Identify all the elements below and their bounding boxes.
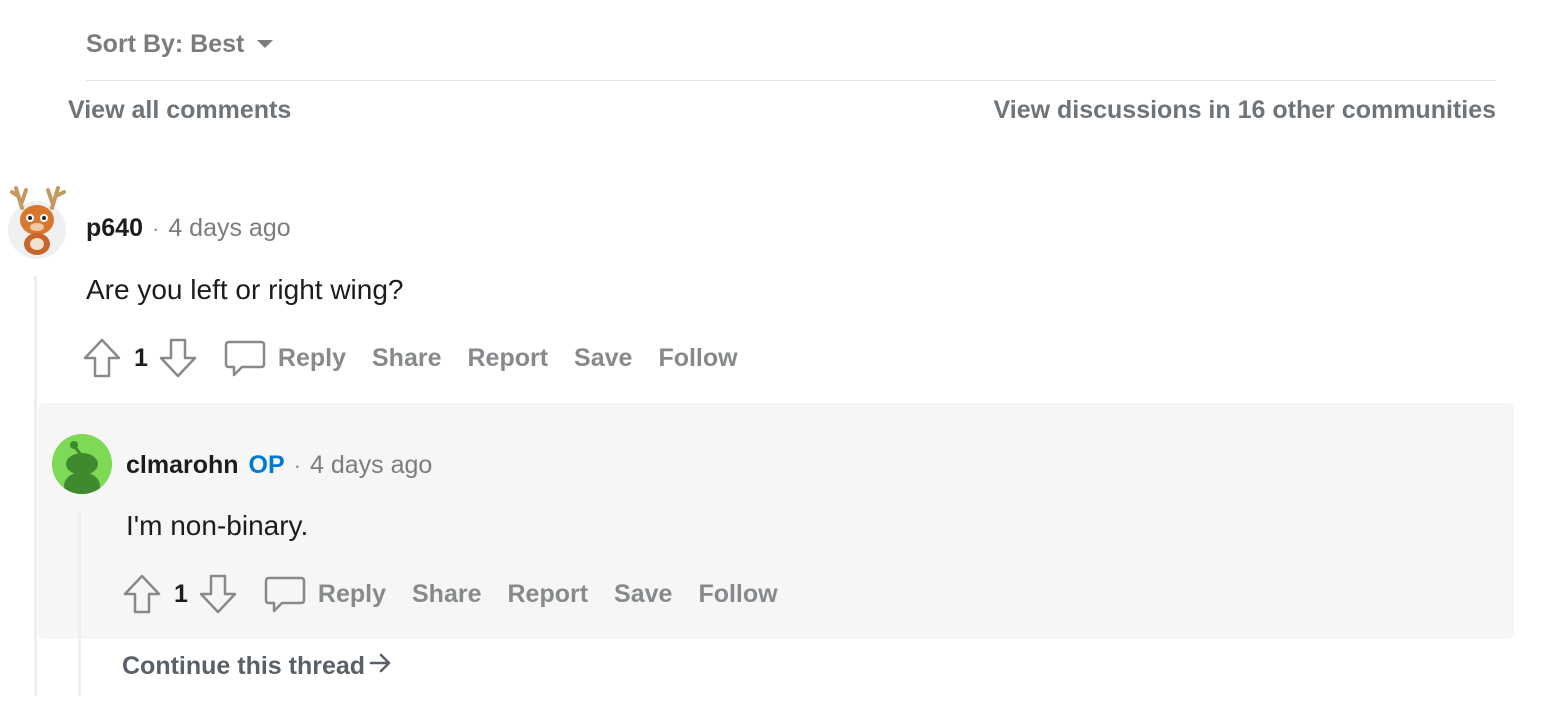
vote-score: 1 <box>134 343 148 372</box>
report-button[interactable]: Report <box>467 344 548 373</box>
comment-actions: 1 Reply Share Report Save Follow <box>122 572 778 616</box>
avatar[interactable] <box>6 180 68 260</box>
comment-body: I'm non-binary. <box>126 510 309 541</box>
comment-bubble-icon[interactable] <box>224 338 266 378</box>
reply-button[interactable]: Reply <box>318 580 386 609</box>
continue-thread-label: Continue this thread <box>122 652 366 680</box>
comment-meta: p640 · 4 days ago <box>86 214 291 243</box>
upvote-icon[interactable] <box>82 337 122 379</box>
comment-body: Are you left or right wing? <box>86 274 404 305</box>
follow-button[interactable]: Follow <box>698 580 777 609</box>
username[interactable]: p640 <box>86 214 143 243</box>
save-button[interactable]: Save <box>574 344 632 373</box>
downvote-icon[interactable] <box>198 573 238 615</box>
op-badge: OP <box>248 451 285 479</box>
share-button[interactable]: Share <box>372 344 441 373</box>
downvote-icon[interactable] <box>158 337 198 379</box>
comment-actions: 1 Reply Share Report Save Follow <box>82 336 738 380</box>
view-discussions-link[interactable]: View discussions in 16 other communities <box>994 96 1496 125</box>
upvote-icon[interactable] <box>122 573 162 615</box>
sort-dropdown[interactable]: Sort By: Best <box>86 26 274 62</box>
timestamp[interactable]: 4 days ago <box>310 451 432 480</box>
divider <box>86 80 1496 81</box>
sort-label: Sort By: Best <box>86 29 245 58</box>
save-button[interactable]: Save <box>614 580 672 609</box>
thread-line[interactable] <box>78 512 81 696</box>
comment-bubble-icon[interactable] <box>264 574 306 614</box>
reply-button[interactable]: Reply <box>278 344 346 373</box>
report-button[interactable]: Report <box>507 580 588 609</box>
avatar[interactable] <box>52 434 112 494</box>
view-all-comments-link[interactable]: View all comments <box>68 96 291 125</box>
comment-meta: clmarohn OP · 4 days ago <box>126 451 432 480</box>
separator: · <box>293 453 301 478</box>
arrow-right-icon <box>369 652 393 681</box>
share-button[interactable]: Share <box>412 580 481 609</box>
continue-thread-link[interactable]: Continue this thread <box>122 652 393 681</box>
follow-button[interactable]: Follow <box>658 344 737 373</box>
username[interactable]: clmarohn <box>126 451 239 480</box>
thread-line[interactable] <box>34 276 37 696</box>
separator: · <box>151 216 160 241</box>
timestamp[interactable]: 4 days ago <box>168 214 290 243</box>
caret-down-icon <box>256 38 274 50</box>
vote-score: 1 <box>174 579 188 608</box>
